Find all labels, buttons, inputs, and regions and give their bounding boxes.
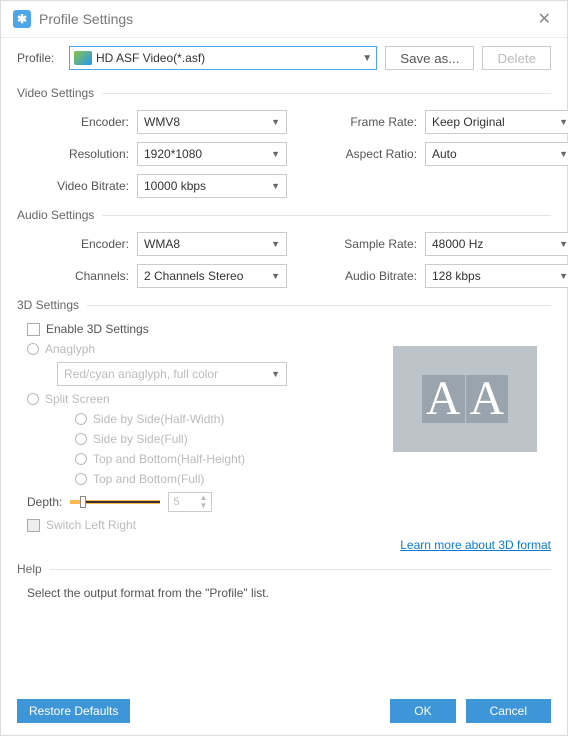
audio-encoder-label: Encoder: <box>27 237 137 251</box>
anaglyph-radio <box>27 343 39 355</box>
chevron-down-icon: ▼ <box>271 239 280 249</box>
sample-rate-label: Sample Rate: <box>315 237 425 251</box>
divider <box>102 93 551 94</box>
channels-select[interactable]: 2 Channels Stereo▼ <box>137 264 287 288</box>
tb-half-label: Top and Bottom(Half-Height) <box>93 452 245 466</box>
sbs-full-radio <box>75 433 87 445</box>
enable-3d-checkbox[interactable] <box>27 323 40 336</box>
depth-label: Depth: <box>27 495 62 509</box>
chevron-down-icon: ▼ <box>271 149 280 159</box>
asf-format-icon <box>74 51 92 65</box>
chevron-down-icon: ▼ <box>559 271 568 281</box>
app-icon: ✱ <box>13 10 31 28</box>
channels-label: Channels: <box>27 269 137 283</box>
chevron-down-icon: ▼ <box>559 239 568 249</box>
aspect-ratio-label: Aspect Ratio: <box>315 147 425 161</box>
video-encoder-select[interactable]: WMV8▼ <box>137 110 287 134</box>
slider-knob-icon[interactable] <box>80 496 86 508</box>
video-encoder-label: Encoder: <box>27 115 137 129</box>
tb-half-radio <box>75 453 87 465</box>
audio-settings-title: Audio Settings <box>17 208 102 222</box>
sbs-half-radio <box>75 413 87 425</box>
help-title: Help <box>17 562 50 576</box>
save-as-button[interactable]: Save as... <box>385 46 474 70</box>
3d-settings-title: 3D Settings <box>17 298 87 312</box>
chevron-down-icon: ▼ <box>271 271 280 281</box>
ok-button[interactable]: OK <box>390 699 455 723</box>
chevron-down-icon: ▼ <box>271 117 280 127</box>
resolution-select[interactable]: 1920*1080▼ <box>137 142 287 166</box>
audio-encoder-select[interactable]: WMA8▼ <box>137 232 287 256</box>
chevron-down-icon: ▼ <box>559 117 568 127</box>
audio-bitrate-select[interactable]: 128 kbps▼ <box>425 264 568 288</box>
profile-select[interactable]: HD ASF Video(*.asf) ▼ <box>69 46 377 70</box>
enable-3d-label: Enable 3D Settings <box>46 322 149 336</box>
3d-preview: AA <box>393 346 537 452</box>
audio-bitrate-label: Audio Bitrate: <box>315 269 425 283</box>
tb-full-label: Top and Bottom(Full) <box>93 472 204 486</box>
help-text: Select the output format from the "Profi… <box>27 586 551 600</box>
chevron-down-icon: ▼ <box>362 53 372 64</box>
divider <box>87 305 551 306</box>
switch-lr-checkbox <box>27 519 40 532</box>
profile-value: HD ASF Video(*.asf) <box>96 51 362 65</box>
chevron-down-icon: ▼ <box>271 369 280 379</box>
profile-label: Profile: <box>17 51 61 65</box>
sbs-half-label: Side by Side(Half-Width) <box>93 412 224 426</box>
anaglyph-select: Red/cyan anaglyph, full color▼ <box>57 362 287 386</box>
depth-slider[interactable] <box>70 500 160 504</box>
chevron-down-icon: ▼ <box>559 149 568 159</box>
video-bitrate-label: Video Bitrate: <box>27 179 137 193</box>
divider <box>50 569 551 570</box>
cancel-button[interactable]: Cancel <box>466 699 551 723</box>
frame-rate-select[interactable]: Keep Original▼ <box>425 110 568 134</box>
sample-rate-select[interactable]: 48000 Hz▼ <box>425 232 568 256</box>
restore-defaults-button[interactable]: Restore Defaults <box>17 699 130 723</box>
learn-more-link[interactable]: Learn more about 3D format <box>400 538 551 552</box>
split-screen-radio <box>27 393 39 405</box>
tb-full-radio <box>75 473 87 485</box>
chevron-down-icon: ▼ <box>271 181 280 191</box>
stepper-arrows-icon: ▲▼ <box>199 494 207 510</box>
split-screen-label: Split Screen <box>45 392 110 406</box>
switch-lr-label: Switch Left Right <box>46 518 136 532</box>
depth-stepper: 5▲▼ <box>168 492 212 512</box>
video-bitrate-select[interactable]: 10000 kbps▼ <box>137 174 287 198</box>
resolution-label: Resolution: <box>27 147 137 161</box>
close-icon[interactable]: ✕ <box>534 9 555 29</box>
frame-rate-label: Frame Rate: <box>315 115 425 129</box>
delete-button: Delete <box>482 46 551 70</box>
anaglyph-label: Anaglyph <box>45 342 95 356</box>
aspect-ratio-select[interactable]: Auto▼ <box>425 142 568 166</box>
window-title: Profile Settings <box>39 11 534 27</box>
video-settings-title: Video Settings <box>17 86 102 100</box>
sbs-full-label: Side by Side(Full) <box>93 432 188 446</box>
divider <box>102 215 551 216</box>
